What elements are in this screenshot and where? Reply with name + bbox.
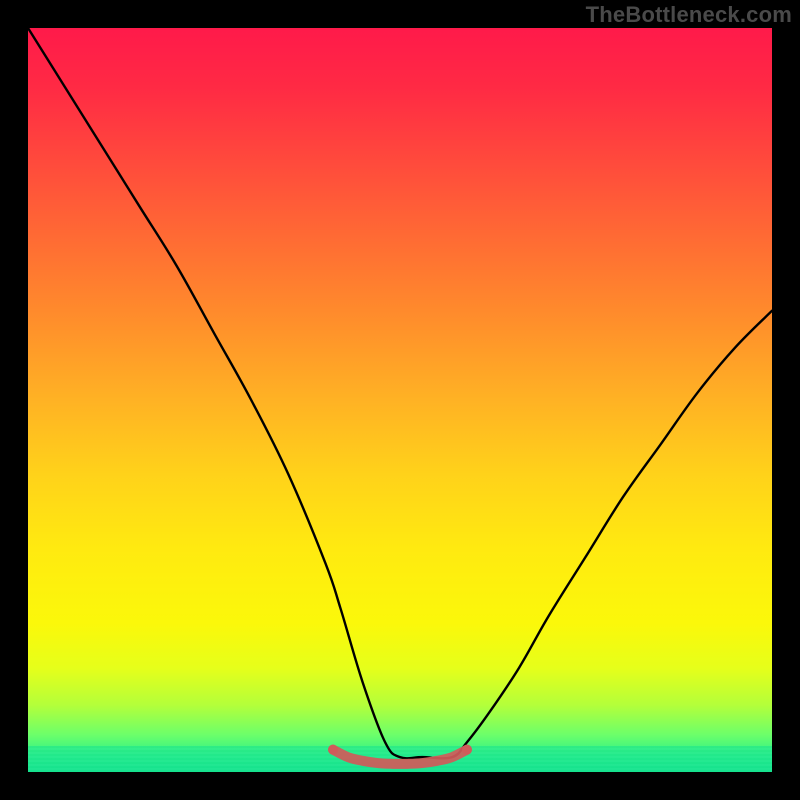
bottleneck-curve [28,28,772,758]
optimal-band [328,745,472,764]
curve-layer [28,28,772,772]
chart-frame: TheBottleneck.com [0,0,800,800]
plot-area [28,28,772,772]
watermark-text: TheBottleneck.com [586,2,792,28]
